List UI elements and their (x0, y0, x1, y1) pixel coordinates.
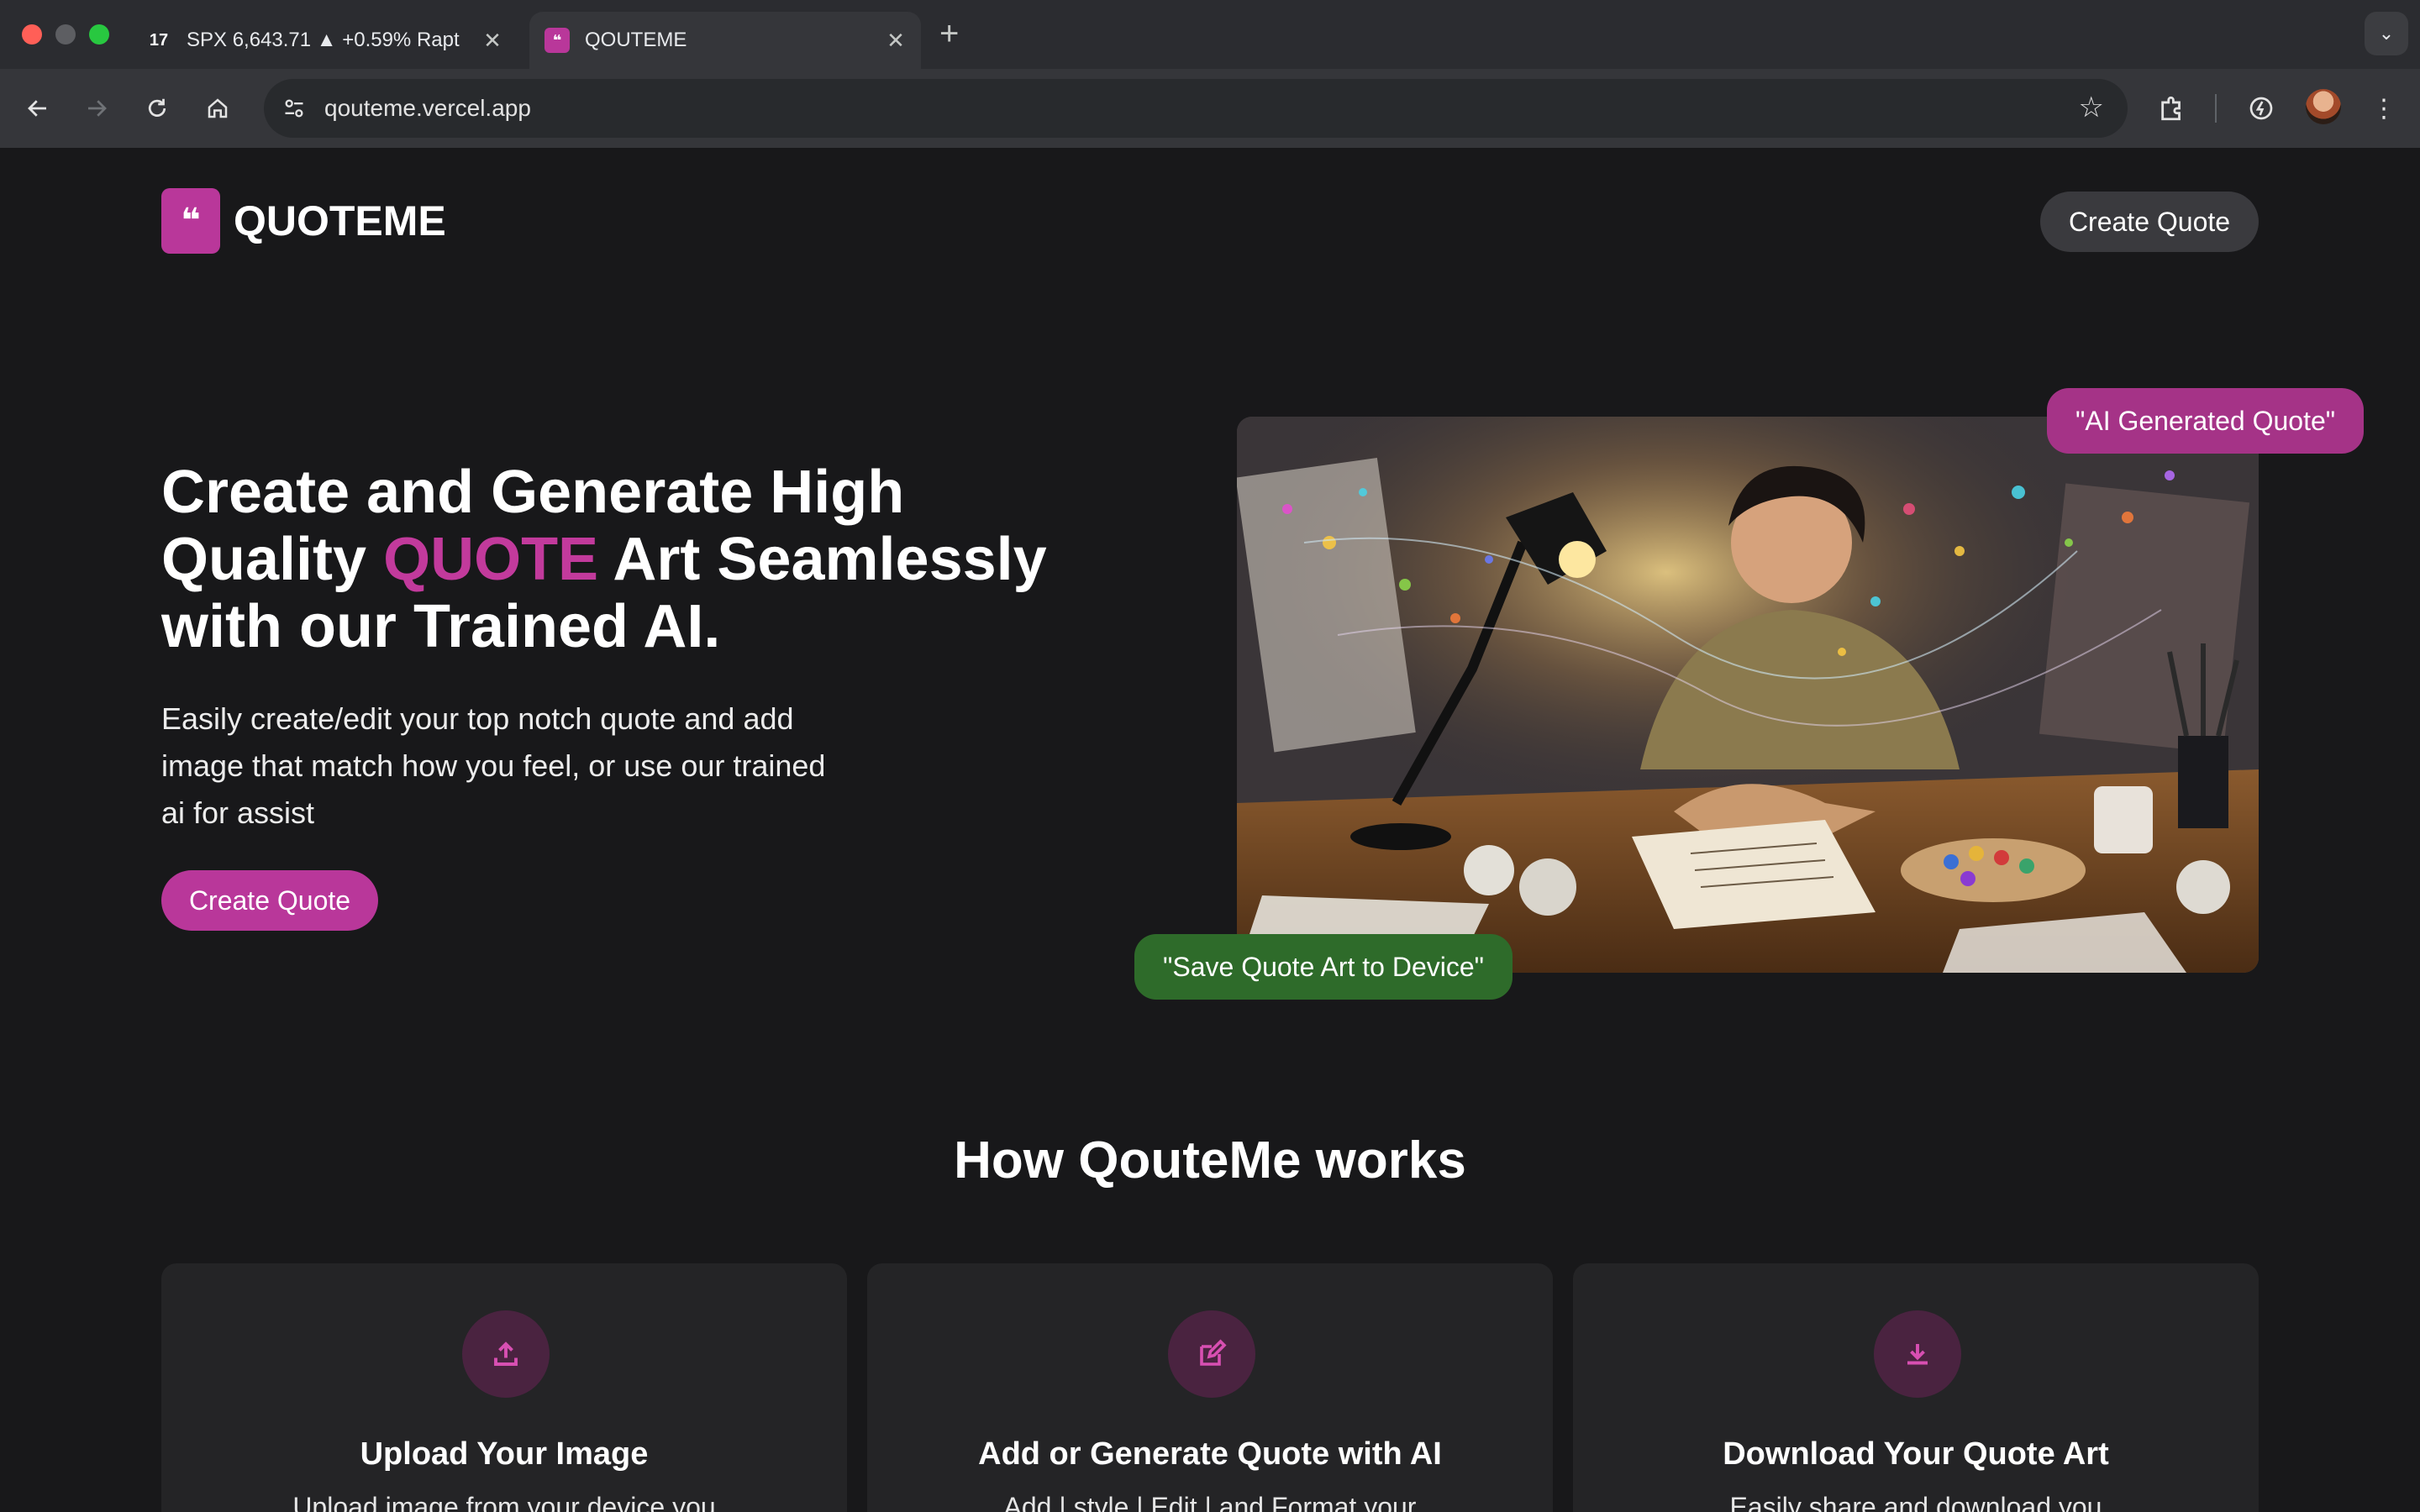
feature-title: Download Your Quote Art (1723, 1436, 2109, 1472)
minimize-window-button[interactable] (55, 24, 76, 45)
tradingview-icon: 17 (149, 30, 169, 50)
hero-title-line2-post: Art Seamlessly (598, 526, 1047, 593)
how-it-works-title: How QouteMe works (954, 1131, 1466, 1189)
hero-title-line1: Create and Generate High (161, 459, 905, 526)
tab-search-icon[interactable]: ⌄ (2365, 12, 2408, 55)
feature-card-upload: Upload Your Image Upload image from your… (161, 1263, 847, 1512)
bookmark-star-icon[interactable]: ☆ (2079, 91, 2104, 124)
edit-icon (1168, 1310, 1255, 1398)
feature-card-edit: Add or Generate Quote with AI Add | styl… (867, 1263, 1553, 1512)
quoteme-icon: ❝ (544, 28, 570, 53)
close-tab-icon[interactable]: ✕ (476, 28, 509, 54)
upload-icon (462, 1310, 550, 1398)
home-icon[interactable] (197, 87, 239, 129)
hero-title-accent: QUOTE (383, 526, 599, 593)
tab-strip: 17 SPX 6,643.71 ▲ +0.59% Rapt ✕ ❝ QOUTEM… (0, 0, 2420, 69)
tab-quoteme[interactable]: ❝ QOUTEME ✕ (529, 12, 921, 69)
toolbar-divider (2215, 94, 2217, 123)
quote-mark-icon: ❝ (161, 188, 220, 254)
tab-title: QOUTEME (585, 29, 687, 51)
back-icon[interactable] (17, 87, 59, 129)
close-tab-icon[interactable]: ✕ (879, 28, 913, 54)
extensions-icon[interactable] (2151, 87, 2193, 129)
reload-icon[interactable] (136, 87, 178, 129)
hero-create-quote-button[interactable]: Create Quote (161, 870, 378, 931)
header-create-quote-button[interactable]: Create Quote (2040, 192, 2259, 252)
browser-toolbar: qouteme.vercel.app ☆ ⋮ (0, 69, 2420, 148)
feature-description: Easily share and download you (1729, 1492, 2102, 1512)
hero-title: Create and Generate High Quality QUOTE A… (161, 459, 1220, 660)
new-tab-icon[interactable]: + (939, 15, 959, 53)
feature-title: Add or Generate Quote with AI (978, 1436, 1442, 1472)
tab-spx[interactable]: 17 SPX 6,643.71 ▲ +0.59% Rapt ✕ (131, 12, 518, 69)
performance-icon[interactable] (2240, 87, 2282, 129)
hero-title-line2-pre: Quality (161, 526, 384, 593)
feature-description: Add | style | Edit | and Format your (1003, 1492, 1417, 1512)
feature-description: Upload image from your device you (292, 1492, 716, 1512)
address-bar[interactable]: qouteme.vercel.app ☆ (264, 79, 2128, 138)
forward-icon[interactable] (76, 87, 118, 129)
hero-illustration (1237, 417, 2259, 973)
hero-subtitle: Easily create/edit your top notch quote … (161, 701, 826, 830)
logo-text: QUOTEME (234, 197, 446, 244)
profile-avatar[interactable] (2306, 89, 2341, 124)
save-quote-art-badge: "Save Quote Art to Device" (1134, 934, 1513, 1000)
url-text: qouteme.vercel.app (324, 95, 531, 121)
download-icon (1874, 1310, 1961, 1398)
feature-title: Upload Your Image (360, 1436, 649, 1472)
page-content: ❝ QUOTEME Create Quote Create and Genera… (0, 148, 2420, 1512)
browser-chrome: 17 SPX 6,643.71 ▲ +0.59% Rapt ✕ ❝ QOUTEM… (0, 0, 2420, 148)
site-logo[interactable]: ❝ QUOTEME (161, 188, 446, 254)
ai-generated-quote-badge: "AI Generated Quote" (2047, 388, 2365, 454)
maximize-window-button[interactable] (89, 24, 109, 45)
site-info-icon[interactable] (276, 90, 313, 127)
tab-title: SPX 6,643.71 ▲ +0.59% Rapt (187, 29, 460, 51)
close-window-button[interactable] (22, 24, 42, 45)
feature-card-download: Download Your Quote Art Easily share and… (1573, 1263, 2259, 1512)
menu-kebab-icon[interactable]: ⋮ (2363, 87, 2405, 129)
hero-title-line3: with our Trained AI. (161, 593, 721, 660)
